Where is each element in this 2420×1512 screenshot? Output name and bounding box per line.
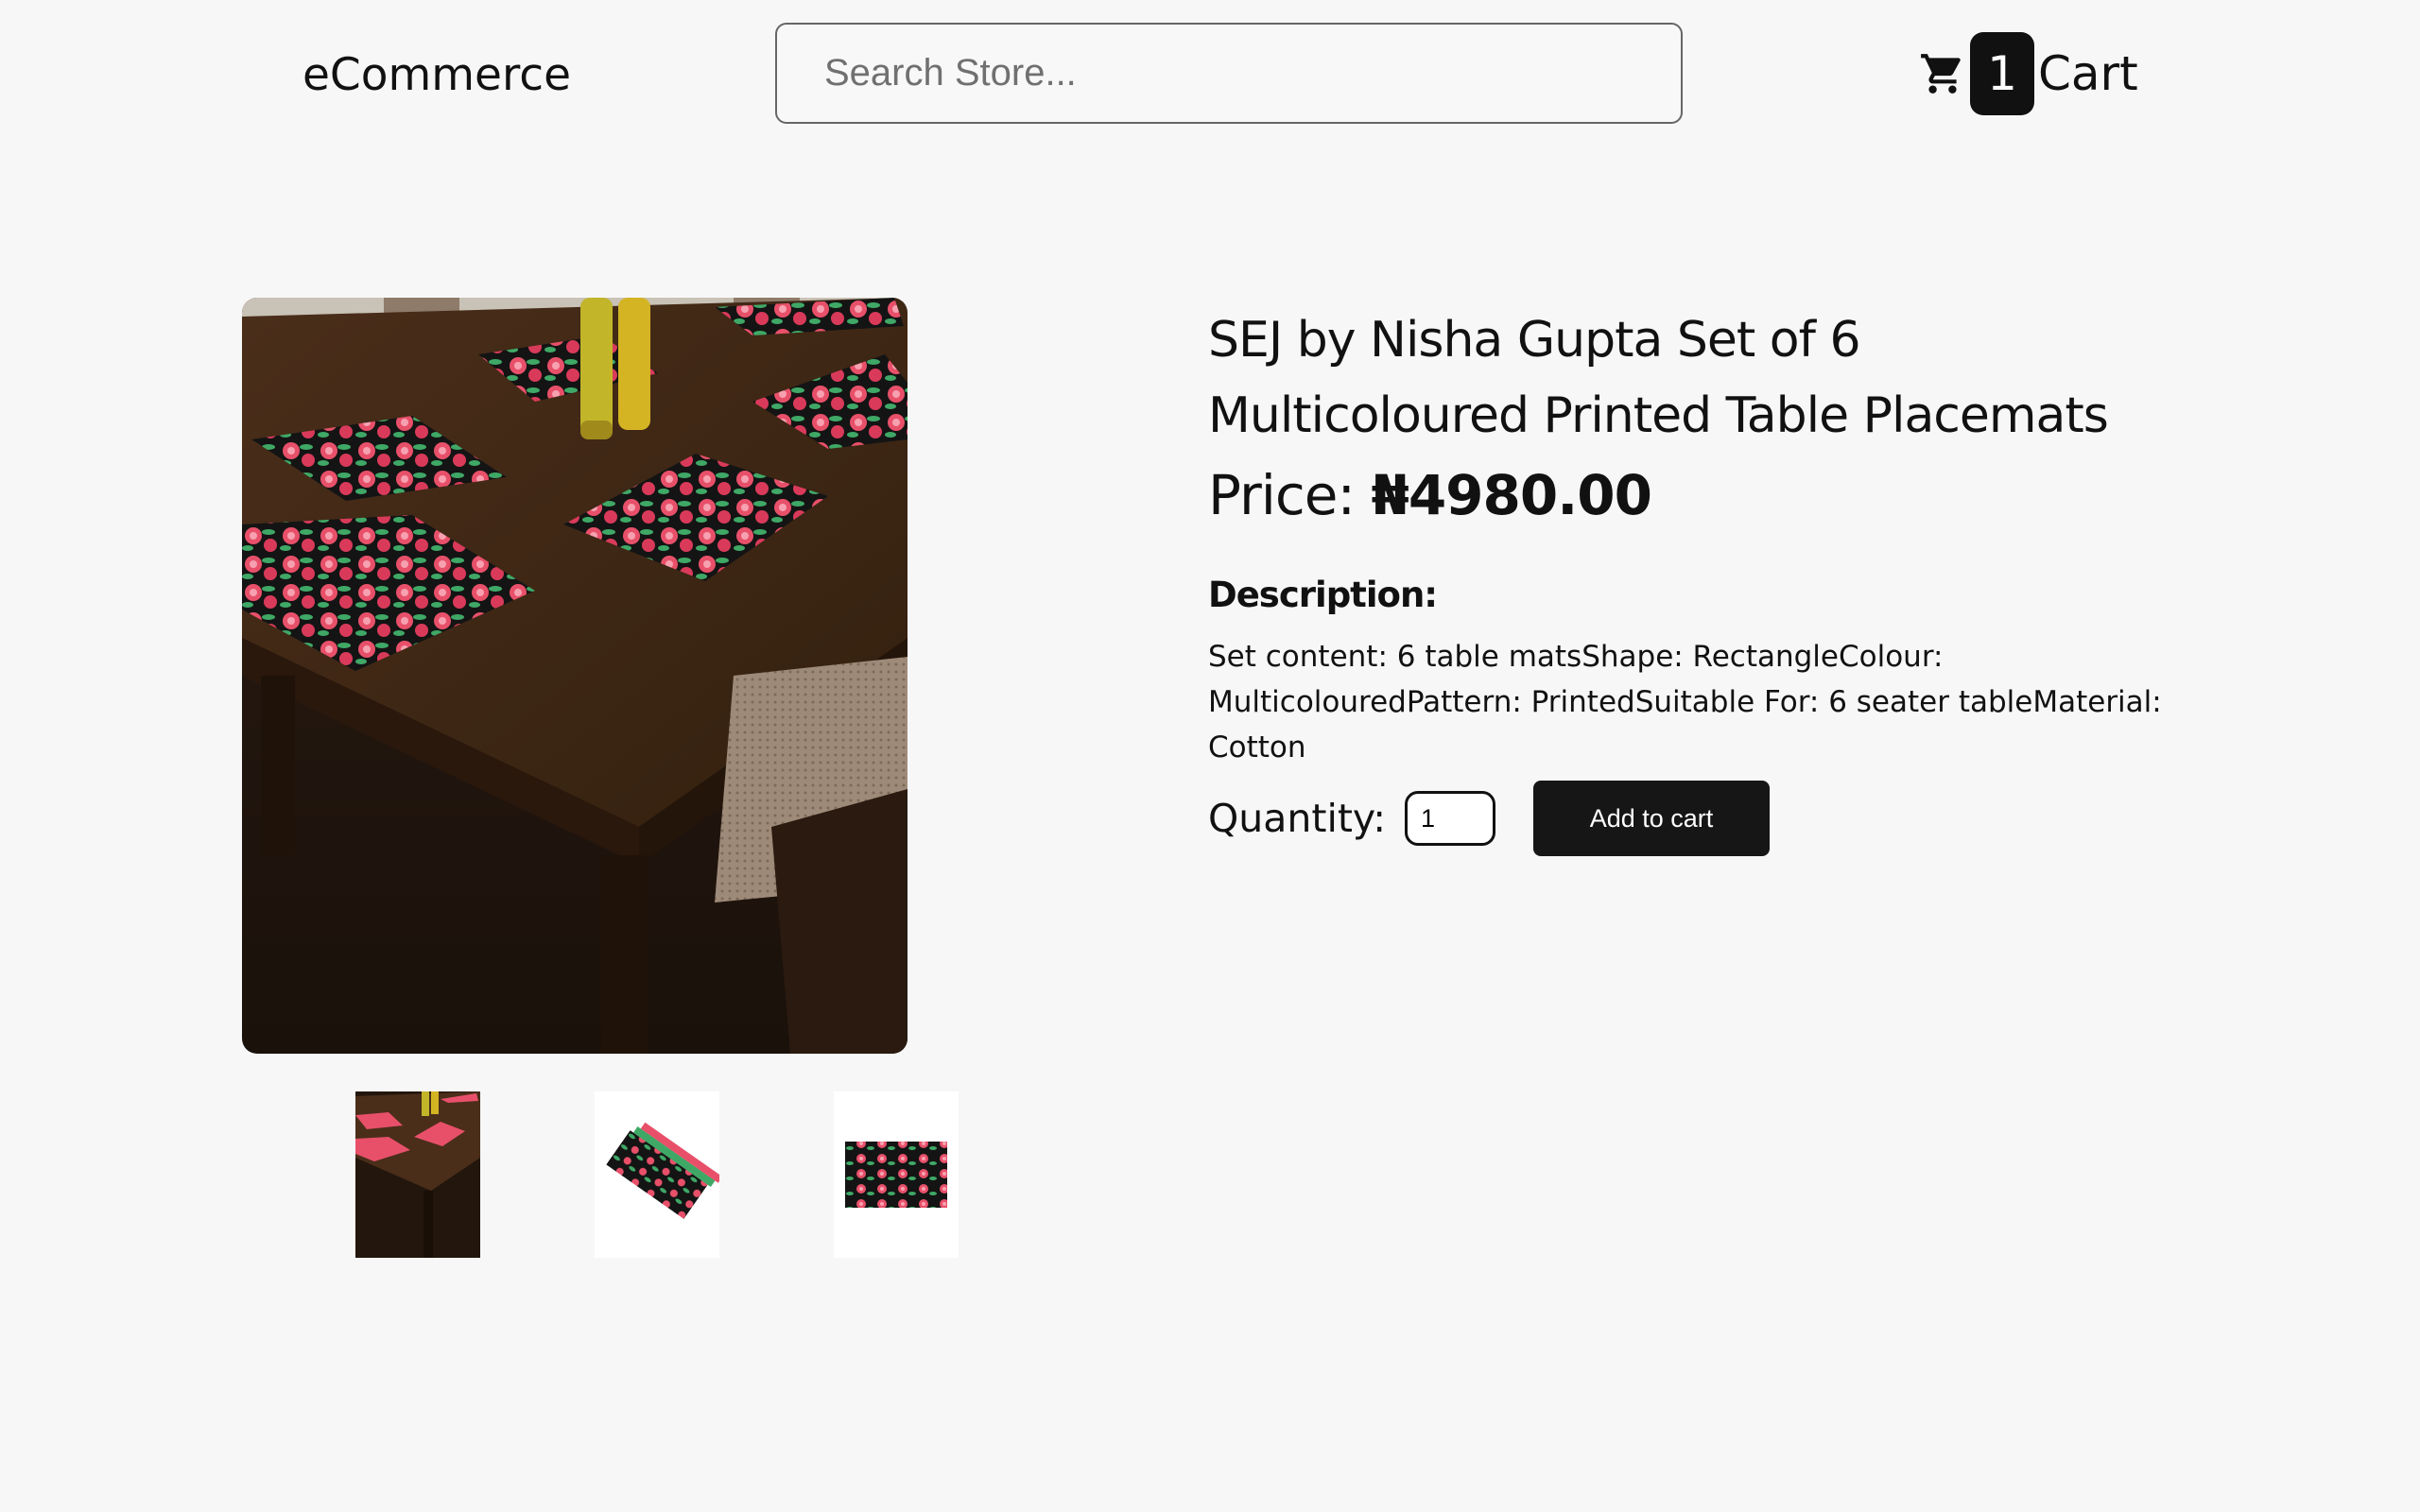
site-logo[interactable]: eCommerce bbox=[302, 45, 571, 106]
search-bar bbox=[775, 23, 1683, 124]
add-to-cart-button[interactable]: Add to cart bbox=[1533, 781, 1771, 856]
thumbnail-1[interactable] bbox=[355, 1091, 480, 1258]
price-label: Price: bbox=[1208, 463, 1356, 527]
thumbnail-stacked-mats-image bbox=[595, 1091, 719, 1258]
product-photo bbox=[242, 298, 908, 1054]
cart-label: Cart bbox=[2038, 46, 2138, 101]
cart-count-badge: 1 bbox=[1970, 32, 2034, 115]
cart-icon bbox=[1921, 54, 1961, 94]
cart-button[interactable]: 1 Cart bbox=[1919, 32, 2138, 115]
site-header: eCommerce 1 Cart bbox=[0, 0, 2420, 151]
quantity-input[interactable] bbox=[1405, 791, 1496, 846]
description-text: Set content: 6 table matsShape: Rectangl… bbox=[1208, 640, 2162, 765]
quantity-label: Quantity: bbox=[1208, 796, 1387, 841]
thumbnail-single-mat-image bbox=[834, 1091, 959, 1258]
product-title: SEJ by Nisha Gupta Set of 6 Multicoloure… bbox=[1208, 312, 2109, 444]
search-input[interactable] bbox=[777, 25, 1681, 122]
product-details: SEJ by Nisha Gupta Set of 6 Multicoloure… bbox=[1208, 302, 2163, 770]
thumbnail-3[interactable] bbox=[834, 1091, 959, 1258]
description-heading: Description: bbox=[1208, 575, 1438, 615]
product-main-image bbox=[242, 298, 908, 1054]
price-value: ₦4980.00 bbox=[1371, 463, 1652, 527]
thumbnail-table-image bbox=[355, 1091, 480, 1258]
thumbnail-2[interactable] bbox=[595, 1091, 719, 1258]
purchase-controls: Quantity: Add to cart bbox=[1208, 781, 1771, 856]
product-price: Price: ₦4980.00 bbox=[1208, 463, 2163, 527]
